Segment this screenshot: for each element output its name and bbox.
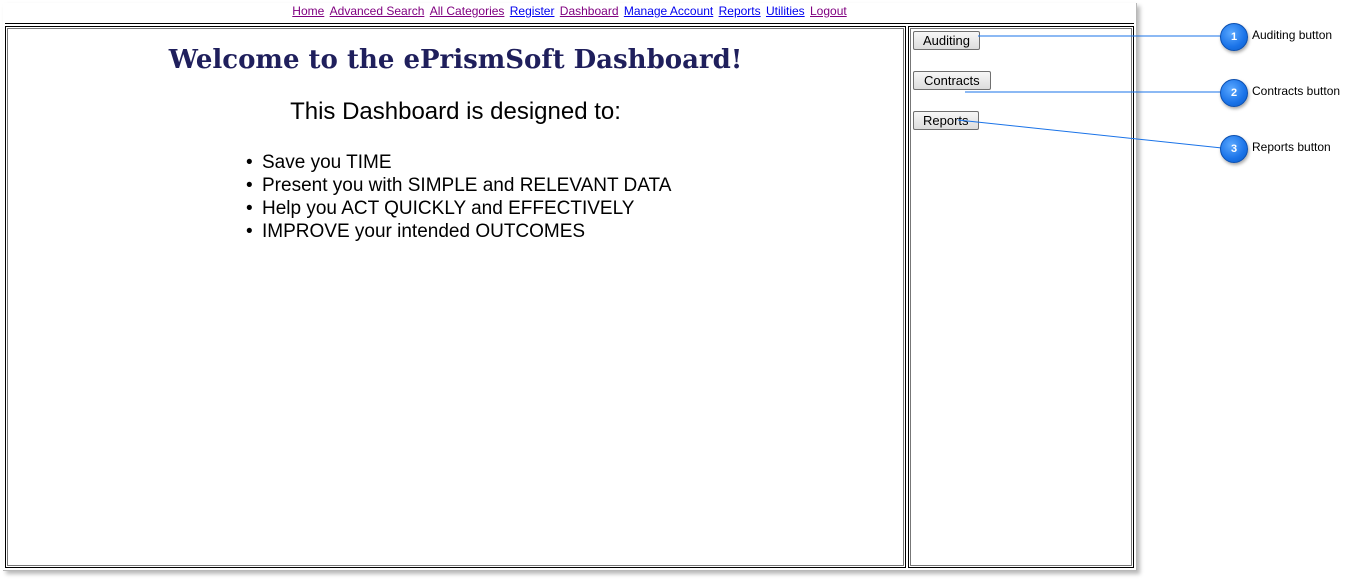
reports-button[interactable]: Reports	[913, 111, 979, 130]
bullet-icon: •	[246, 198, 253, 219]
contracts-button[interactable]: Contracts	[913, 71, 991, 90]
bullet-icon: •	[246, 221, 253, 242]
callout-label-1: Auditing button	[1252, 28, 1333, 42]
callout-badge-3: 3	[1220, 135, 1248, 163]
page-subtitle: This Dashboard is designed to:	[290, 98, 621, 125]
list-item: • Help you ACT QUICKLY and EFFECTIVELY	[246, 197, 671, 220]
list-item-text: Save you TIME	[262, 152, 392, 173]
list-item: • IMPROVE your intended OUTCOMES	[246, 220, 671, 243]
auditing-button[interactable]: Auditing	[913, 31, 980, 50]
dashboard-main-panel: Welcome to the ePrismSoft Dashboard! Thi…	[5, 26, 906, 568]
callout-label-3: Reports button	[1252, 140, 1331, 154]
callout-badge-1: 1	[1220, 23, 1248, 51]
nav-link-reports[interactable]: Reports	[719, 4, 761, 18]
bullet-icon: •	[246, 152, 253, 173]
top-navigation: Home Advanced Search All Categories Regi…	[3, 3, 1136, 21]
list-item: • Present you with SIMPLE and RELEVANT DA…	[246, 174, 671, 197]
nav-link-logout[interactable]: Logout	[810, 4, 847, 18]
callout-label-2: Contracts button	[1252, 84, 1341, 98]
list-item-text: IMPROVE your intended OUTCOMES	[262, 221, 586, 242]
nav-link-manage-account[interactable]: Manage Account	[624, 4, 713, 18]
callout-badge-2: 2	[1220, 79, 1248, 107]
nav-link-register[interactable]: Register	[510, 4, 555, 18]
page-title: Welcome to the ePrismSoft Dashboard!	[168, 45, 743, 75]
nav-link-all-categories[interactable]: All Categories	[430, 4, 505, 18]
list-item-text: Help you ACT QUICKLY and EFFECTIVELY	[262, 198, 635, 219]
dashboard-sidebar: Auditing Contracts Reports	[908, 26, 1134, 568]
nav-link-dashboard[interactable]: Dashboard	[560, 4, 619, 18]
list-item: • Save you TIME	[246, 151, 671, 174]
nav-link-home[interactable]: Home	[292, 4, 324, 18]
list-item-text: Present you with SIMPLE and RELEVANT DAT…	[262, 175, 672, 196]
nav-link-advanced-search[interactable]: Advanced Search	[330, 4, 425, 18]
bullet-icon: •	[246, 175, 253, 196]
nav-link-utilities[interactable]: Utilities	[766, 4, 805, 18]
feature-list: • Save you TIME • Present you with SIMPLE …	[246, 151, 671, 243]
app-window: Home Advanced Search All Categories Regi…	[3, 3, 1137, 571]
header-divider	[5, 23, 1134, 24]
